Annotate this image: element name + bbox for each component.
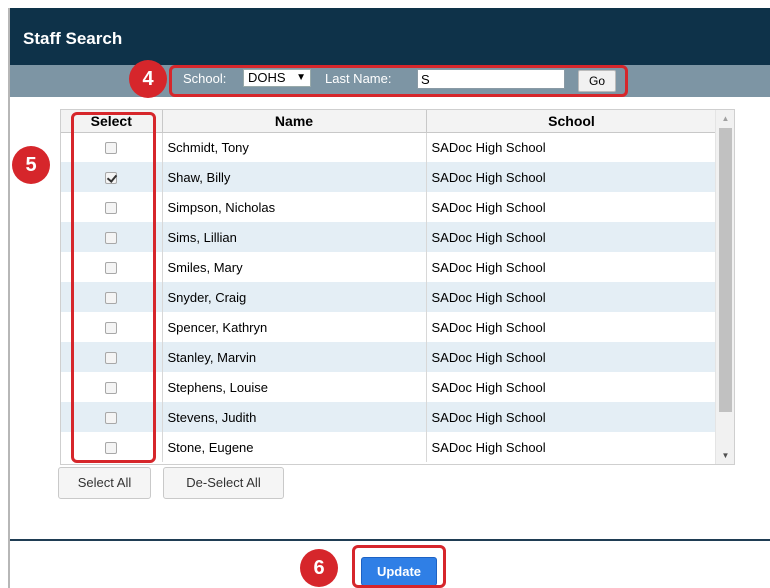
grid-scrollbar[interactable]: ▲ ▼: [715, 110, 734, 464]
update-highlight: [352, 545, 446, 588]
scroll-down-arrow-icon[interactable]: ▼: [716, 451, 735, 460]
staff-name-cell: Spencer, Kathryn: [162, 312, 427, 342]
table-row[interactable]: Snyder, Craig SADoc High School: [61, 282, 718, 312]
table-row[interactable]: Smiles, Mary SADoc High School: [61, 252, 718, 282]
select-all-button[interactable]: Select All: [58, 467, 151, 499]
step-marker-5: 5: [12, 146, 50, 184]
school-cell: SADoc High School: [426, 402, 718, 432]
staff-name-cell: Sims, Lillian: [162, 222, 427, 252]
table-row[interactable]: Stephens, Louise SADoc High School: [61, 372, 718, 402]
scroll-up-arrow-icon[interactable]: ▲: [716, 114, 735, 123]
table-row[interactable]: Stanley, Marvin SADoc High School: [61, 342, 718, 372]
staff-name-cell: Stanley, Marvin: [162, 342, 427, 372]
scroll-thumb[interactable]: [719, 128, 732, 412]
table-row[interactable]: Sims, Lillian SADoc High School: [61, 222, 718, 252]
school-cell: SADoc High School: [426, 162, 718, 192]
staff-name-cell: Snyder, Craig: [162, 282, 427, 312]
select-column-highlight: [71, 112, 156, 463]
staff-name-cell: Smiles, Mary: [162, 252, 427, 282]
school-cell: SADoc High School: [426, 282, 718, 312]
footer-divider: [10, 539, 770, 541]
school-cell: SADoc High School: [426, 132, 718, 162]
step-marker-6: 6: [300, 549, 338, 587]
staff-name-cell: Stephens, Louise: [162, 372, 427, 402]
school-cell: SADoc High School: [426, 252, 718, 282]
page-title: Staff Search: [23, 29, 123, 48]
table-header-row: Select Name School: [61, 110, 718, 133]
column-header-name: Name: [162, 110, 427, 133]
staff-name-cell: Stevens, Judith: [162, 402, 427, 432]
staff-name-cell: Simpson, Nicholas: [162, 192, 427, 222]
table-row[interactable]: Schmidt, Tony SADoc High School: [61, 132, 718, 162]
table-row[interactable]: Shaw, Billy SADoc High School: [61, 162, 718, 192]
deselect-all-button[interactable]: De-Select All: [163, 467, 284, 499]
step-marker-4: 4: [129, 60, 167, 98]
table-row[interactable]: Spencer, Kathryn SADoc High School: [61, 312, 718, 342]
table-row[interactable]: Stevens, Judith SADoc High School: [61, 402, 718, 432]
column-header-school: School: [426, 110, 718, 133]
school-cell: SADoc High School: [426, 222, 718, 252]
table-row[interactable]: Simpson, Nicholas SADoc High School: [61, 192, 718, 222]
staff-name-cell: Shaw, Billy: [162, 162, 427, 192]
school-cell: SADoc High School: [426, 372, 718, 402]
school-cell: SADoc High School: [426, 192, 718, 222]
staff-table: Select Name School Schmidt, Tony SADoc Hi…: [61, 110, 718, 462]
title-bar: Staff Search: [10, 8, 770, 65]
staff-name-cell: Stone, Eugene: [162, 432, 427, 462]
table-body: Schmidt, Tony SADoc High School Shaw, Bill…: [61, 132, 718, 462]
staff-grid: Select Name School Schmidt, Tony SADoc Hi…: [60, 109, 735, 465]
school-cell: SADoc High School: [426, 342, 718, 372]
table-row[interactable]: Stone, Eugene SADoc High School: [61, 432, 718, 462]
staff-name-cell: Schmidt, Tony: [162, 132, 427, 162]
school-cell: SADoc High School: [426, 432, 718, 462]
filter-highlight: [169, 65, 628, 97]
school-cell: SADoc High School: [426, 312, 718, 342]
